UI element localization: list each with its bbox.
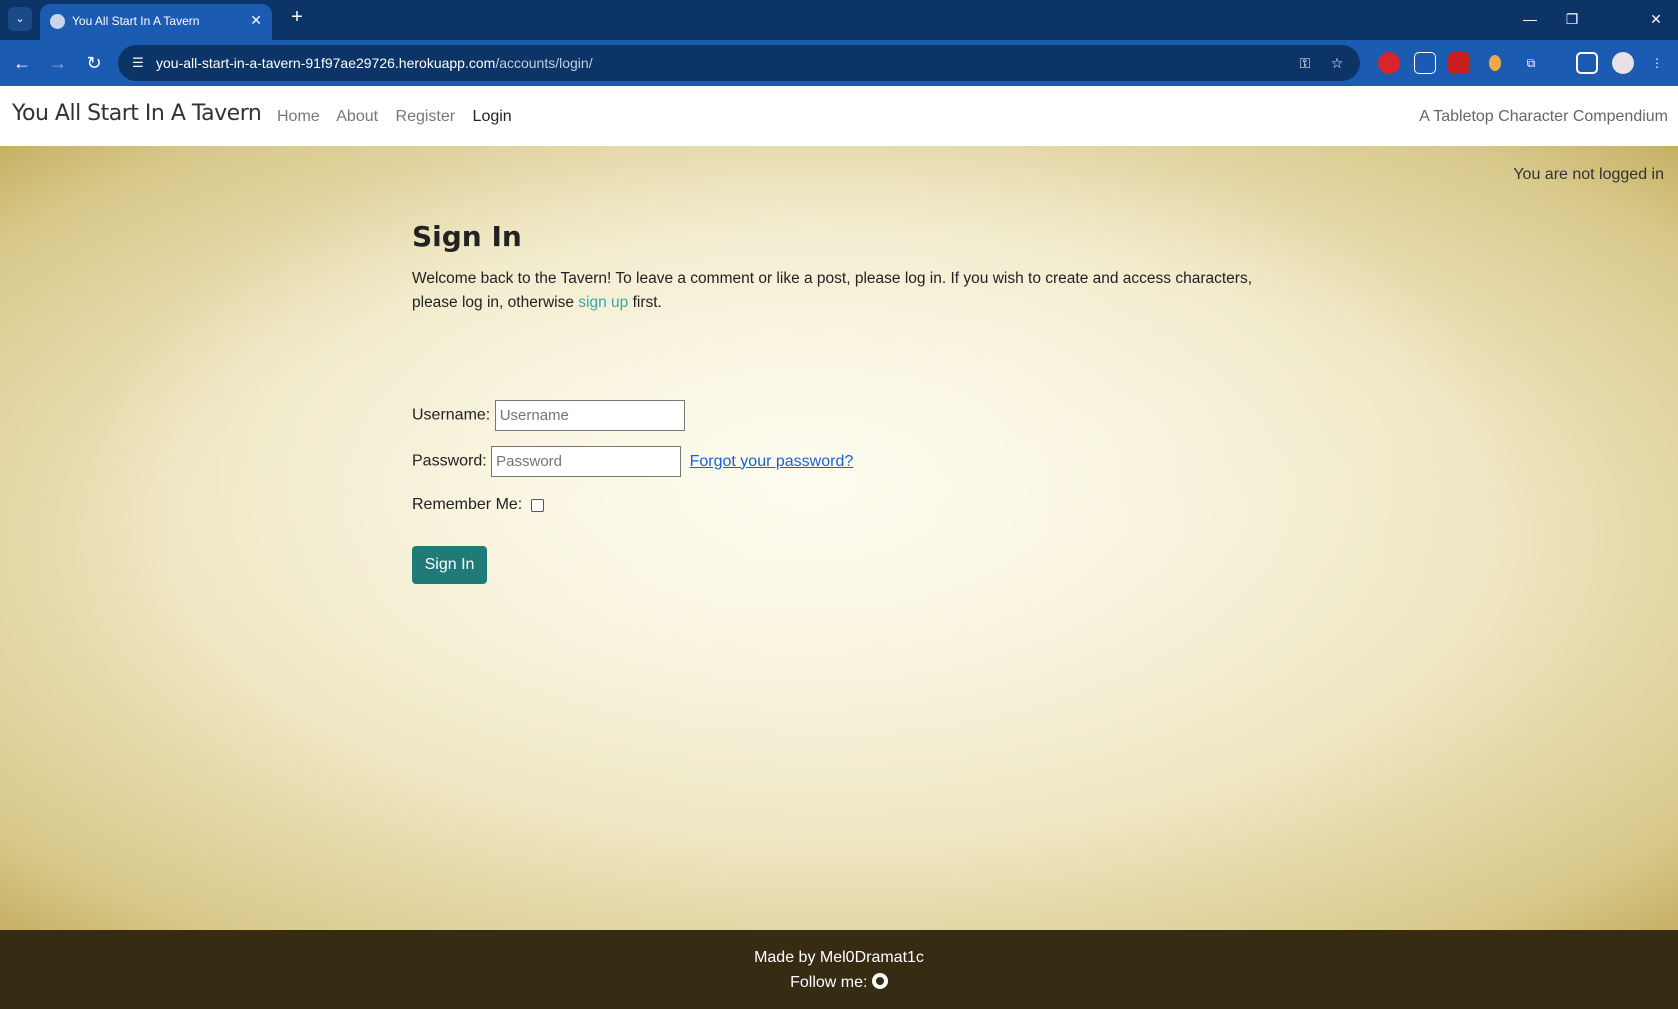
site-tagline: A Tabletop Character Compendium xyxy=(1419,108,1668,125)
footer-credit: Made by Mel0Dramat1c xyxy=(754,949,924,966)
nav-link-register[interactable]: Register xyxy=(396,108,456,125)
footer-follow-label: Follow me: xyxy=(790,974,868,991)
forgot-password-link[interactable]: Forgot your password? xyxy=(690,453,854,470)
minimize-icon[interactable]: — xyxy=(1512,6,1548,32)
footer-follow: Follow me: xyxy=(0,973,1678,992)
username-input[interactable] xyxy=(494,400,685,431)
remember-label: Remember Me: xyxy=(412,496,523,513)
username-label: Username: xyxy=(412,406,491,424)
new-tab-button[interactable]: + xyxy=(284,6,310,29)
nav-links: Home About Register Login xyxy=(277,108,525,126)
tab-title: You All Start In A Tavern xyxy=(72,14,200,28)
site-info-icon[interactable]: ☰ xyxy=(128,53,148,73)
close-tab-icon[interactable]: ✕ xyxy=(250,12,262,29)
bookmark-star-icon[interactable]: ☆ xyxy=(1326,52,1348,74)
pdf-extension-icon[interactable] xyxy=(1448,52,1470,74)
main-content: You are not logged in Sign In Welcome ba… xyxy=(0,146,1678,930)
remember-row: Remember Me: xyxy=(412,496,544,514)
browser-tab-bar: ⌄ You All Start In A Tavern ✕ + — ❐ ✕ xyxy=(0,0,1678,40)
sign-in-button[interactable]: Sign In xyxy=(412,546,487,584)
nav-link-about[interactable]: About xyxy=(336,108,378,125)
password-input[interactable] xyxy=(491,446,682,477)
nav-link-login[interactable]: Login xyxy=(473,108,512,125)
intro-text: Welcome back to the Tavern! To leave a c… xyxy=(412,270,1253,311)
page-title: Sign In xyxy=(412,220,522,253)
back-arrow-icon[interactable]: ← xyxy=(9,50,35,76)
extension-orange-icon[interactable] xyxy=(1489,55,1501,71)
side-panel-icon[interactable] xyxy=(1576,52,1598,74)
reload-icon[interactable]: ↻ xyxy=(81,50,107,76)
profile-avatar[interactable] xyxy=(1612,52,1634,74)
browser-toolbar: ← → ↻ ☰ you-all-start-in-a-tavern-91f97a… xyxy=(0,40,1678,86)
remember-me-checkbox[interactable] xyxy=(530,498,544,512)
restore-icon[interactable]: ❐ xyxy=(1554,6,1590,32)
site-navbar: You All Start In A Tavern Home About Reg… xyxy=(0,86,1678,146)
sign-up-link[interactable]: sign up xyxy=(578,294,628,311)
forward-arrow-icon[interactable]: → xyxy=(45,50,71,76)
nav-link-home[interactable]: Home xyxy=(277,108,320,125)
extension-glasses-icon[interactable] xyxy=(1414,52,1436,74)
tab-search-button[interactable]: ⌄ xyxy=(8,7,32,31)
password-row: Password: Forgot your password? xyxy=(412,446,853,477)
extensions-puzzle-icon[interactable]: ⧉ xyxy=(1520,52,1542,74)
extension-red-icon[interactable] xyxy=(1378,52,1400,74)
password-label: Password: xyxy=(412,452,487,470)
menu-kebab-icon[interactable]: ⋮ xyxy=(1646,52,1668,74)
login-status: You are not logged in xyxy=(1513,166,1664,183)
login-section: Sign In Welcome back to the Tavern! To l… xyxy=(412,220,1292,584)
globe-icon xyxy=(50,14,65,29)
close-window-icon[interactable]: ✕ xyxy=(1638,6,1674,32)
url-text[interactable]: you-all-start-in-a-tavern-91f97ae29726.h… xyxy=(156,55,593,71)
site-footer: Made by Mel0Dramat1c Follow me: xyxy=(0,930,1678,1009)
site-brand[interactable]: You All Start In A Tavern xyxy=(12,101,262,126)
username-row: Username: xyxy=(412,400,685,431)
password-key-icon[interactable]: ⚿ xyxy=(1294,52,1316,74)
address-bar[interactable]: ☰ you-all-start-in-a-tavern-91f97ae29726… xyxy=(118,45,1360,81)
github-icon[interactable] xyxy=(871,973,888,989)
browser-tab-active[interactable]: You All Start In A Tavern ✕ xyxy=(40,4,272,40)
